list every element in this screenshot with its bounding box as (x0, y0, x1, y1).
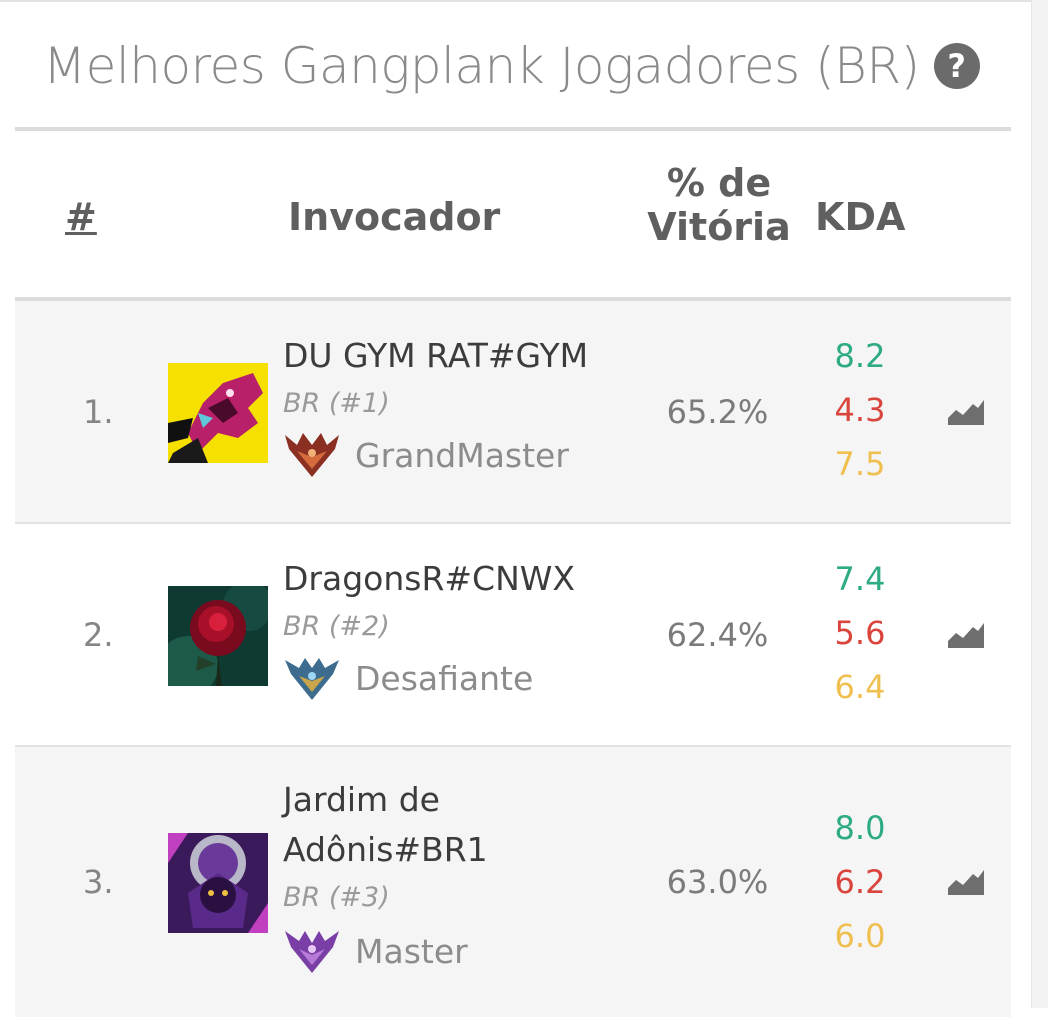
assists-value: 6.4 (834, 668, 886, 706)
leaderboard-table: # Invocador % de Vitória KDA 1. DU GYM R… (15, 127, 1011, 1017)
graph-icon[interactable] (947, 524, 985, 745)
kills-value: 8.0 (834, 809, 886, 847)
kills-value: 7.4 (834, 560, 886, 598)
scrollbar[interactable] (1031, 0, 1048, 1008)
kills-value: 8.2 (834, 337, 886, 375)
summoner-name[interactable]: DU GYM RAT#GYM (283, 331, 643, 381)
grandmaster-emblem-icon (285, 433, 339, 477)
question-circle-icon[interactable]: ? (933, 43, 980, 89)
kda-values: 8.0 6.2 6.0 (825, 801, 895, 963)
summoner-avatar[interactable] (168, 363, 268, 463)
rank-column-header[interactable]: # (65, 195, 97, 239)
tier-info: Desafiante (283, 654, 533, 702)
summoner-region: BR (#2) (283, 611, 390, 642)
summoner-avatar[interactable] (168, 833, 268, 933)
tier-info: GrandMaster (283, 431, 569, 479)
assists-value: 6.0 (834, 917, 886, 955)
tier-name: GrandMaster (355, 435, 569, 475)
winrate-column-header: % de Vitória (635, 161, 803, 249)
summoner-name[interactable]: DragonsR#CNWX (283, 554, 643, 604)
top-divider (0, 0, 1032, 2)
kda-values: 8.2 4.3 7.5 (825, 329, 895, 491)
table-row: 2. DragonsR#CNWX BR (#2) Desafiante 62.4… (15, 524, 1011, 747)
winrate-value: 62.4% (666, 615, 769, 654)
summoner-region: BR (#1) (283, 388, 390, 419)
tier-name: Desafiante (355, 658, 534, 698)
deaths-value: 5.6 (834, 614, 886, 652)
winrate-value: 65.2% (666, 392, 769, 431)
rank-number: 3. (83, 863, 114, 901)
winrate-header-line2: Vitória (647, 205, 791, 249)
deaths-value: 6.2 (834, 863, 886, 901)
kda-column-header: KDA (815, 195, 906, 239)
master-emblem-icon (285, 931, 339, 973)
table-row: 3. Jardim de Adônis#BR1 BR (#3) Master 6… (15, 747, 1011, 1017)
page-title: Melhores Gangplank Jogadores (BR) (43, 37, 920, 95)
winrate-header-line1: % de (666, 161, 772, 205)
rank-number: 2. (83, 615, 114, 654)
kda-values: 7.4 5.6 6.4 (825, 552, 895, 714)
summoner-column-header: Invocador (288, 195, 501, 239)
rank-number: 1. (83, 392, 114, 431)
title-row: Melhores Gangplank Jogadores (BR) ? (43, 24, 980, 108)
graph-icon[interactable] (947, 747, 985, 1017)
tier-name: Master (355, 931, 468, 971)
winrate-value: 63.0% (666, 863, 769, 901)
challenger-emblem-icon (285, 658, 339, 700)
assists-value: 7.5 (834, 445, 886, 483)
deaths-value: 4.3 (834, 391, 886, 429)
table-row: 1. DU GYM RAT#GYM BR (#1) GrandMaster 65… (15, 301, 1011, 524)
tier-info: Master (283, 927, 468, 975)
summoner-avatar[interactable] (158, 581, 273, 696)
summoner-name[interactable]: Jardim de Adônis#BR1 (283, 775, 543, 875)
summoner-region: BR (#3) (283, 882, 390, 913)
graph-icon[interactable] (947, 301, 985, 522)
table-header: # Invocador % de Vitória KDA (15, 131, 1011, 297)
